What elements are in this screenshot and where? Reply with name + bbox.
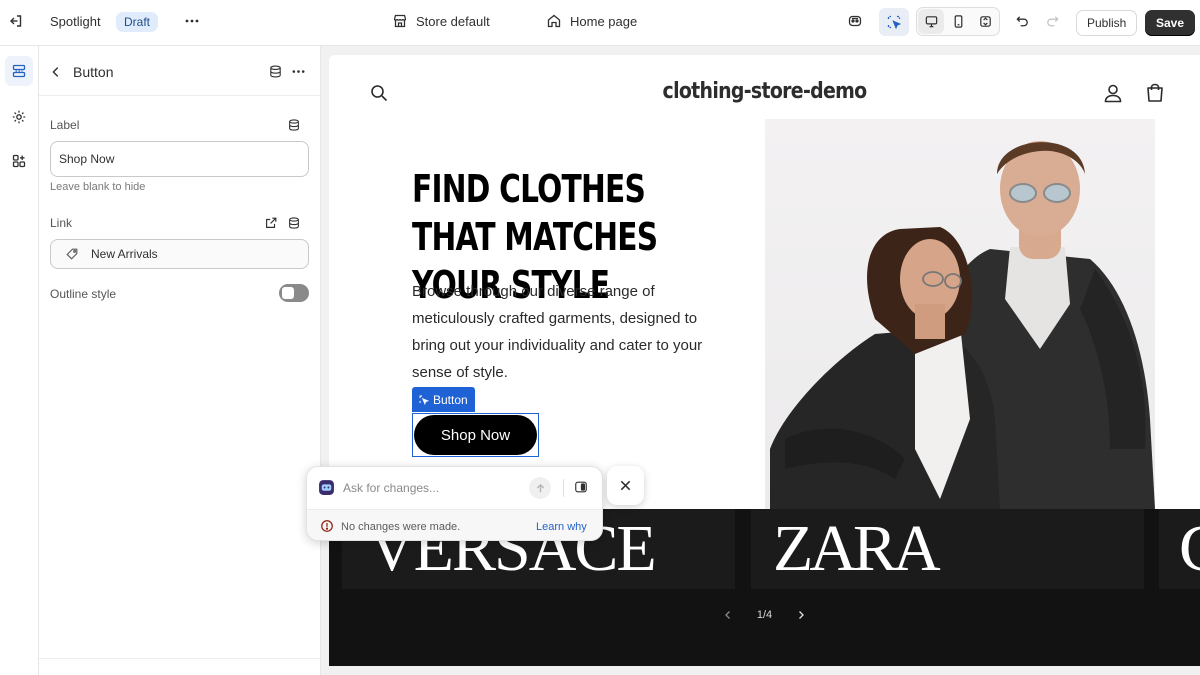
popover-divider — [563, 479, 564, 497]
apps-icon[interactable] — [5, 146, 33, 176]
label-dynamic-source-icon[interactable] — [281, 112, 307, 138]
save-button[interactable]: Save — [1145, 10, 1196, 36]
link-value: New Arrivals — [91, 247, 158, 261]
redo-icon[interactable] — [1039, 8, 1065, 34]
hero-description[interactable]: Browse through our diverse range of meti… — [412, 278, 727, 386]
assistant-avatar-icon — [318, 479, 335, 496]
brand-logo-zara[interactable]: ZARA — [751, 509, 1144, 589]
sidebar-toggle-icon[interactable] — [574, 480, 588, 494]
mobile-icon[interactable] — [945, 9, 971, 34]
store-icon — [392, 13, 408, 29]
publish-button[interactable]: Publish — [1076, 10, 1138, 36]
left-rail — [0, 46, 39, 675]
link-picker[interactable]: New Arrivals — [50, 239, 309, 269]
shop-now-button[interactable]: Shop Now — [414, 415, 537, 455]
cart-icon[interactable] — [1142, 80, 1168, 106]
panel-footer-divider — [39, 658, 321, 659]
link-dynamic-source-icon[interactable] — [281, 210, 307, 236]
learn-why-link[interactable]: Learn why — [536, 521, 587, 533]
settings-panel: Button Label Shop Now Leave blank to hid… — [39, 46, 321, 675]
alert-circle-icon — [320, 519, 334, 533]
store-title[interactable]: clothing-store-demo — [390, 79, 1139, 104]
select-cursor-icon — [419, 395, 429, 405]
label-help-text: Leave blank to hide — [50, 181, 146, 193]
send-arrow-icon[interactable] — [529, 477, 551, 499]
carousel-pager: 1/4 — [329, 609, 1200, 621]
device-switcher — [916, 7, 1000, 36]
undo-icon[interactable] — [1009, 8, 1035, 34]
store-selector[interactable]: Store default — [392, 13, 490, 29]
brand-logo-partial[interactable]: C — [1159, 509, 1200, 589]
storefront-preview: clothing-store-demo FIND CLOTHES THAT MA… — [329, 55, 1200, 666]
button-label-input[interactable]: Shop Now — [50, 141, 309, 177]
ask-status-text: No changes were made. — [341, 521, 461, 533]
draft-badge: Draft — [116, 12, 159, 32]
panel-title: Button — [73, 64, 114, 80]
couple-photo-illustration — [770, 141, 1155, 509]
settings-gear-icon[interactable] — [5, 102, 33, 132]
hero-image[interactable] — [765, 119, 1155, 509]
link-field-label: Link — [50, 216, 73, 230]
store-selector-label: Store default — [416, 13, 490, 29]
more-options-icon[interactable] — [179, 8, 205, 34]
selected-block-tag-label: Button — [433, 392, 468, 407]
search-icon[interactable] — [366, 80, 392, 106]
ask-input-row: Ask for changes... — [307, 467, 602, 509]
ask-for-changes-popover: Ask for changes... No changes were made.… — [306, 466, 603, 541]
panel-header: Button — [39, 46, 321, 96]
ask-status-row: No changes were made. Learn why — [307, 509, 602, 540]
top-bar: Spotlight Draft Store default Home page — [0, 0, 1200, 46]
outline-style-label: Outline style — [50, 287, 117, 301]
home-icon — [546, 13, 562, 29]
account-icon[interactable] — [1100, 80, 1126, 106]
sections-icon[interactable] — [5, 56, 33, 86]
close-icon — [620, 480, 631, 491]
ai-assistant-icon[interactable] — [842, 8, 868, 34]
panel-more-icon[interactable] — [285, 58, 311, 84]
back-chevron-icon[interactable] — [43, 59, 69, 85]
pager-count: 1/4 — [756, 609, 773, 621]
exit-icon[interactable] — [3, 8, 29, 34]
fullscreen-icon[interactable] — [972, 9, 998, 34]
close-popover-button[interactable] — [607, 466, 644, 505]
selected-block-tag[interactable]: Button — [412, 387, 475, 412]
page-selector[interactable]: Home page — [546, 13, 637, 29]
chevron-right-icon[interactable] — [796, 610, 806, 620]
tag-icon — [65, 247, 79, 261]
inspector-cursor-icon[interactable] — [879, 8, 909, 36]
desktop-icon[interactable] — [918, 9, 944, 34]
page-selector-label: Home page — [570, 13, 638, 29]
outline-style-toggle[interactable] — [279, 284, 309, 302]
chevron-left-icon[interactable] — [723, 610, 733, 620]
label-field-label: Label — [50, 118, 80, 132]
ask-input[interactable]: Ask for changes... — [343, 481, 439, 495]
theme-name: Spotlight — [50, 14, 101, 29]
